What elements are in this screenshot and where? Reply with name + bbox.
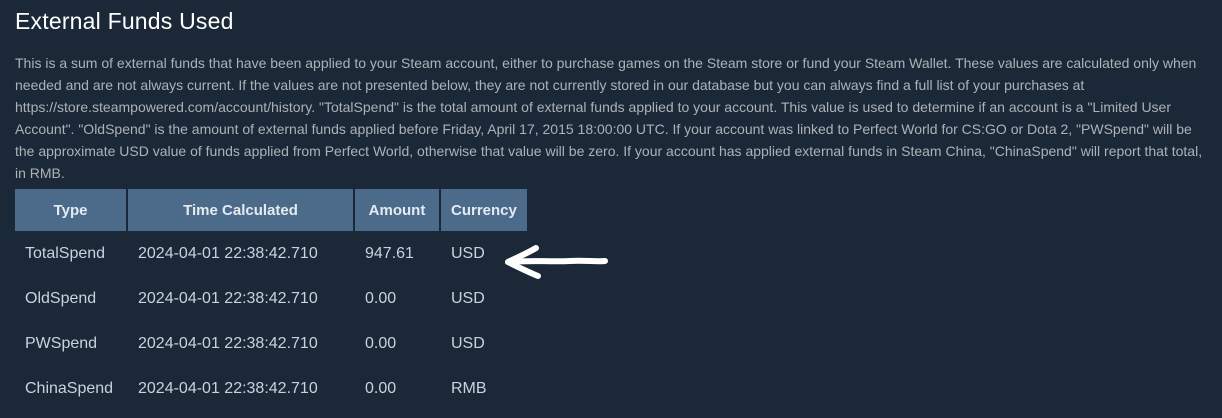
cell-type: TotalSpend — [25, 244, 106, 262]
cell-amount: 0.00 — [365, 379, 397, 397]
cell-amount: 0.00 — [365, 334, 397, 352]
table-row: PWSpend 2024-04-01 22:38:42.710 0.00 USD — [15, 321, 527, 366]
external-funds-section: External Funds Used This is a sum of ext… — [15, 0, 1210, 411]
hand-drawn-arrow-left-icon — [505, 245, 608, 279]
cell-time-calculated: 2024-04-01 22:38:42.710 — [138, 379, 318, 397]
page-title: External Funds Used — [15, 8, 234, 34]
table-row: OldSpend 2024-04-01 22:38:42.710 0.00 US… — [15, 276, 527, 321]
column-header-type: Type — [15, 189, 126, 231]
column-header-currency: Currency — [441, 189, 527, 231]
cell-type: OldSpend — [25, 289, 97, 307]
arrow-shaft — [505, 257, 608, 265]
cell-amount: 947.61 — [365, 244, 414, 262]
cell-time-calculated: 2024-04-01 22:38:42.710 — [138, 244, 318, 262]
external-funds-table: Type Time Calculated Amount Currency Tot… — [13, 189, 529, 411]
table-header-row: Type Time Calculated Amount Currency — [15, 189, 527, 231]
cell-time-calculated: 2024-04-01 22:38:42.710 — [138, 289, 318, 307]
column-header-amount: Amount — [355, 189, 439, 231]
cell-amount: 0.00 — [365, 289, 397, 307]
cell-type: PWSpend — [25, 334, 98, 352]
description-text: This is a sum of external funds that hav… — [15, 55, 1203, 181]
column-header-time-calculated: Time Calculated — [128, 189, 353, 231]
table-row: TotalSpend 2024-04-01 22:38:42.710 947.6… — [15, 231, 527, 276]
table-row: ChinaSpend 2024-04-01 22:38:42.710 0.00 … — [15, 366, 527, 411]
cell-currency: RMB — [451, 379, 487, 397]
cell-type: ChinaSpend — [25, 379, 114, 397]
cell-currency: USD — [451, 334, 485, 352]
cell-time-calculated: 2024-04-01 22:38:42.710 — [138, 334, 318, 352]
